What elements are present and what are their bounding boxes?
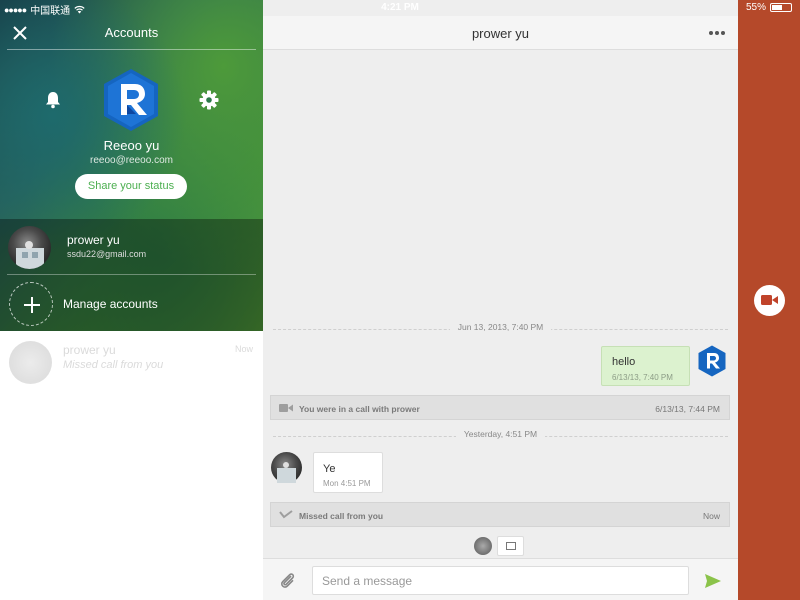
reeoo-logo-icon xyxy=(104,69,158,131)
conversation-preview: Missed call from you xyxy=(63,359,164,371)
missed-call-row: Missed call from you Now xyxy=(270,502,730,527)
accounts-panel: Accounts Reeoo yu reeoo@reeoo.com Share … xyxy=(0,0,263,600)
account-name: prower yu xyxy=(67,233,120,247)
chat-title: prower yu xyxy=(471,26,530,41)
profile-name: Reeoo yu xyxy=(103,138,160,153)
call-event-row: You were in a call with prower 6/13/13, … xyxy=(270,395,730,420)
attach-button[interactable] xyxy=(278,571,298,591)
video-call-button[interactable] xyxy=(754,285,785,316)
bell-icon xyxy=(46,92,60,109)
missed-call-icon xyxy=(279,510,293,519)
send-icon xyxy=(705,574,721,588)
status-bar: 4:21 PM ●●●●● 中国联通 55% xyxy=(0,0,800,17)
conversation-avatar xyxy=(9,341,52,384)
conversation-time: Now xyxy=(234,344,253,354)
manage-accounts-label: Manage accounts xyxy=(63,297,158,311)
conversation-list-item[interactable]: prower yu Missed call from you Now xyxy=(0,333,263,393)
wifi-icon xyxy=(74,5,85,14)
more-options-button[interactable] xyxy=(708,26,726,38)
typing-indicator xyxy=(497,536,524,556)
chat-header: prower yu xyxy=(263,16,738,50)
date-divider: Jun 13, 2013, 7:40 PM xyxy=(273,322,728,336)
account-avatar xyxy=(8,226,51,269)
message-text: hello xyxy=(612,356,636,368)
add-account-circle xyxy=(9,282,53,326)
missed-call-time: Now xyxy=(702,511,720,521)
call-event-time: 6/13/13, 7:44 PM xyxy=(655,404,720,414)
settings-button[interactable] xyxy=(198,89,220,111)
manage-accounts-button[interactable]: Manage accounts xyxy=(0,280,263,328)
message-composer xyxy=(263,558,738,600)
profile-email: reeoo@reeoo.com xyxy=(90,155,173,166)
profile-avatar[interactable] xyxy=(103,68,159,132)
missed-call-text: Missed call from you xyxy=(299,511,384,521)
message-text: Ye xyxy=(323,463,336,475)
accounts-header: Accounts xyxy=(0,16,263,50)
carrier-label: 中国联通 xyxy=(30,6,71,17)
message-time: 6/13/13, 7:40 PM xyxy=(612,373,673,382)
date-divider-label: Jun 13, 2013, 7:40 PM xyxy=(449,322,552,332)
account-item[interactable]: prower yu ssdu22@gmail.com xyxy=(0,219,263,275)
battery-percent: 55% xyxy=(745,2,766,13)
chat-panel: prower yu Jun 13, 2013, 7:40 PM hello 6/… xyxy=(263,0,738,600)
plus-icon xyxy=(24,297,40,313)
signal-icon: ●●●●● xyxy=(4,4,27,15)
status-time: 4:21 PM xyxy=(381,2,419,13)
profile-header: Accounts Reeoo yu reeoo@reeoo.com Share … xyxy=(0,0,263,331)
date-divider-label: Yesterday, 4:51 PM xyxy=(455,429,546,439)
outgoing-message[interactable]: hello 6/13/13, 7:40 PM xyxy=(601,346,690,386)
video-icon xyxy=(279,404,293,412)
reeoo-logo-icon xyxy=(698,345,726,377)
message-time: Mon 4:51 PM xyxy=(323,479,371,488)
date-divider: Yesterday, 4:51 PM xyxy=(273,429,728,443)
my-avatar xyxy=(698,345,726,377)
battery-icon xyxy=(770,3,792,12)
more-icon xyxy=(709,31,725,35)
call-event-text: You were in a call with prower xyxy=(299,404,420,414)
send-button[interactable] xyxy=(704,572,722,590)
incoming-message[interactable]: Ye Mon 4:51 PM xyxy=(313,452,383,493)
seen-avatar xyxy=(474,537,492,555)
paperclip-icon xyxy=(281,573,295,588)
divider xyxy=(7,274,256,275)
share-status-button[interactable]: Share your status xyxy=(75,174,187,199)
notifications-button[interactable] xyxy=(43,90,63,110)
gear-icon xyxy=(199,90,219,110)
contact-avatar xyxy=(271,452,302,483)
account-email: ssdu22@gmail.com xyxy=(67,249,147,259)
divider xyxy=(7,49,256,50)
message-input[interactable] xyxy=(312,566,689,595)
accounts-title: Accounts xyxy=(104,25,159,40)
video-camera-icon xyxy=(761,295,778,305)
conversation-name: prower yu xyxy=(63,343,116,357)
